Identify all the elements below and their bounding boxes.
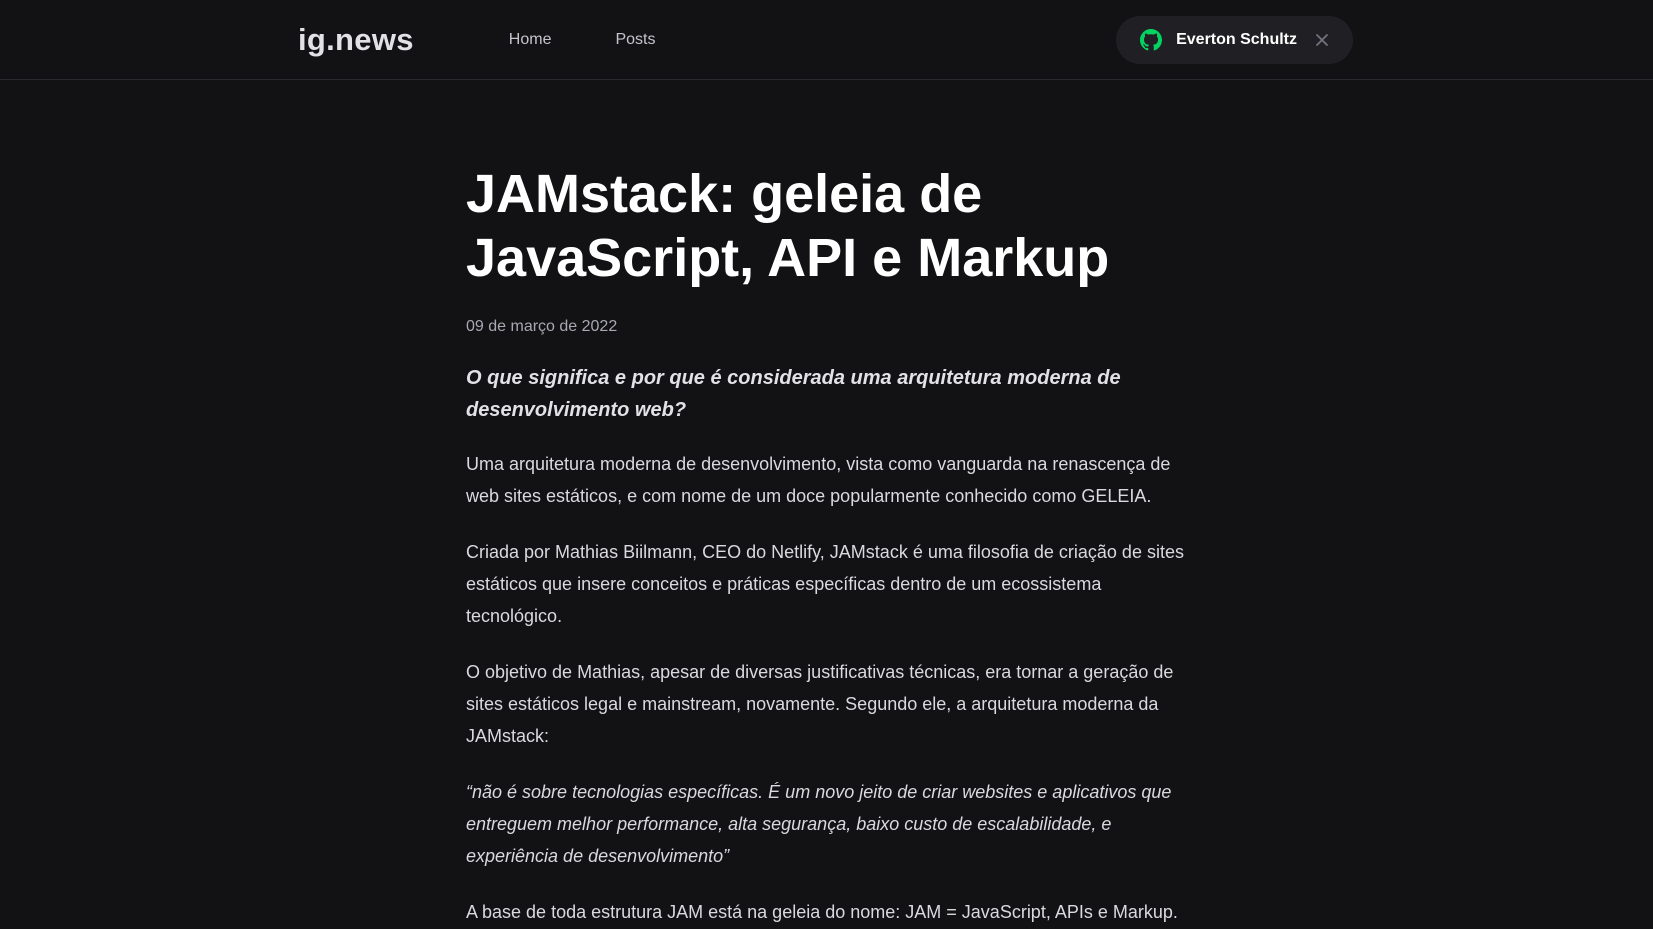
nav-link-posts[interactable]: Posts [615, 0, 655, 80]
post-title: JAMstack: geleia de JavaScript, API e Ma… [466, 164, 1110, 288]
header-inner: ig.news Home Posts Everton Schultz [298, 0, 1353, 80]
nav-link-home[interactable]: Home [509, 0, 552, 80]
github-icon [1140, 29, 1163, 51]
top-header: ig.news Home Posts Everton Schultz [0, 0, 1653, 80]
post-paragraph: O objetivo de Mathias, apesar de diversa… [466, 662, 1174, 746]
site-logo[interactable]: ig.news [298, 22, 414, 58]
signed-in-user-name: Everton Schultz [1176, 31, 1297, 48]
post-paragraph: Uma arquitetura moderna de desenvolvimen… [466, 454, 1171, 506]
post-quote: “não é sobre tecnologias específicas. É … [466, 782, 1172, 866]
close-icon[interactable] [1315, 33, 1329, 47]
post-body: O que significa e por que é considerada … [466, 362, 1186, 928]
post-date: 09 de março de 2022 [466, 318, 618, 335]
main-nav: Home Posts [509, 0, 720, 80]
post-paragraph: A base de toda estrutura JAM está na gel… [466, 902, 1178, 922]
post-lead: O que significa e por que é considerada … [466, 367, 1121, 421]
post-paragraph: Criada por Mathias Biilmann, CEO do Netl… [466, 542, 1184, 626]
post-article: JAMstack: geleia de JavaScript, API e Ma… [466, 80, 1186, 928]
github-signin-button[interactable]: Everton Schultz [1116, 16, 1353, 64]
